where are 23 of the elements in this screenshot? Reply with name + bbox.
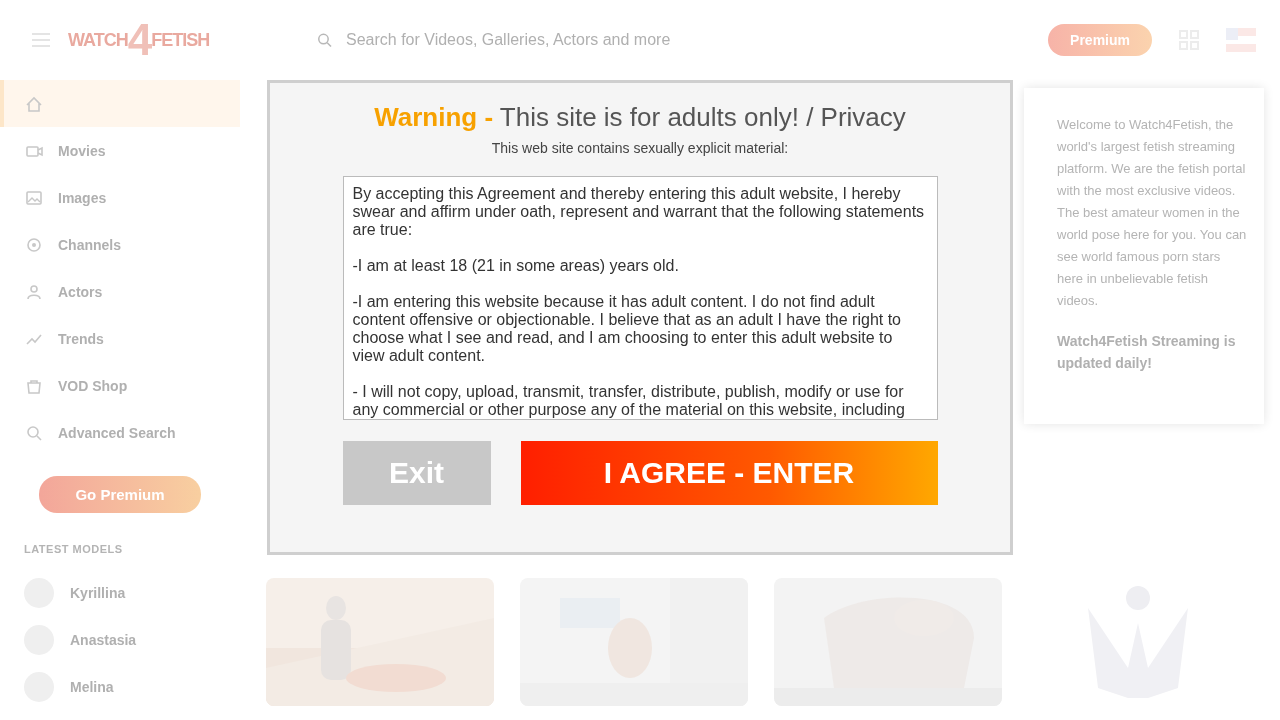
search-field[interactable]: Search for Videos, Galleries, Actors and more <box>344 30 876 50</box>
sidebar-item[interactable]: Movies <box>0 127 240 174</box>
enter-button[interactable]: I AGREE - ENTER <box>520 441 938 505</box>
menu-icon[interactable] <box>30 31 52 49</box>
agreement-box[interactable]: By accepting this Agreement and thereby entering this adult website, I hereby swear and affirm under oath, represent and warrant that the following statements are true: -I am at least 18 (21 in some areas) years old. -I am entering this website because it has adult content. I do not find adult content offensive or objectionable. I believe that as an adult I have the right to choose what I see and read, and I am choosing to enter this adult website to view adult content. - I will not copy, upload, transmit, transfer, distribute, publish, modify or use for any commercial or other purpose any of the material on this website, including <box>342 176 938 420</box>
sidebar-item[interactable]: Actors <box>0 268 240 315</box>
model-name[interactable]: Anastasia <box>70 631 137 648</box>
sidebar-item[interactable]: VOD Shop <box>0 362 240 409</box>
sidebar-item[interactable]: Advanced Search <box>0 409 240 456</box>
sidebar-item[interactable]: Images <box>0 174 240 221</box>
model-name[interactable]: Melina <box>70 678 114 695</box>
sidebar-item[interactable] <box>0 80 240 127</box>
model-name[interactable]: Kyrillina <box>70 584 126 601</box>
dialog-title: Warning - This site is for adults only! / Privacy <box>374 102 906 133</box>
update-note: Watch4Fetish Streaming is updated daily! <box>1057 332 1237 373</box>
section-heading: LATEST MODELS <box>23 543 124 555</box>
premium-button[interactable]: Premium <box>1048 24 1152 56</box>
dialog-subtitle: This web site contains sexually explicit material: <box>491 140 789 156</box>
sidebar-item[interactable]: Channels <box>0 221 240 268</box>
sidebar-item[interactable]: Trends <box>0 315 240 362</box>
welcome-text: Welcome to Watch4Fetish, the world's largest fetish streaming platform. We are the fetish portal with the most exclusive videos. The best amateur women in the world pose here for you. You can see world famous porn stars here in unbelievable fetish videos. <box>1057 116 1248 310</box>
flag-icon[interactable] <box>1226 28 1256 52</box>
go-premium-button[interactable]: Go Premium <box>39 476 201 513</box>
